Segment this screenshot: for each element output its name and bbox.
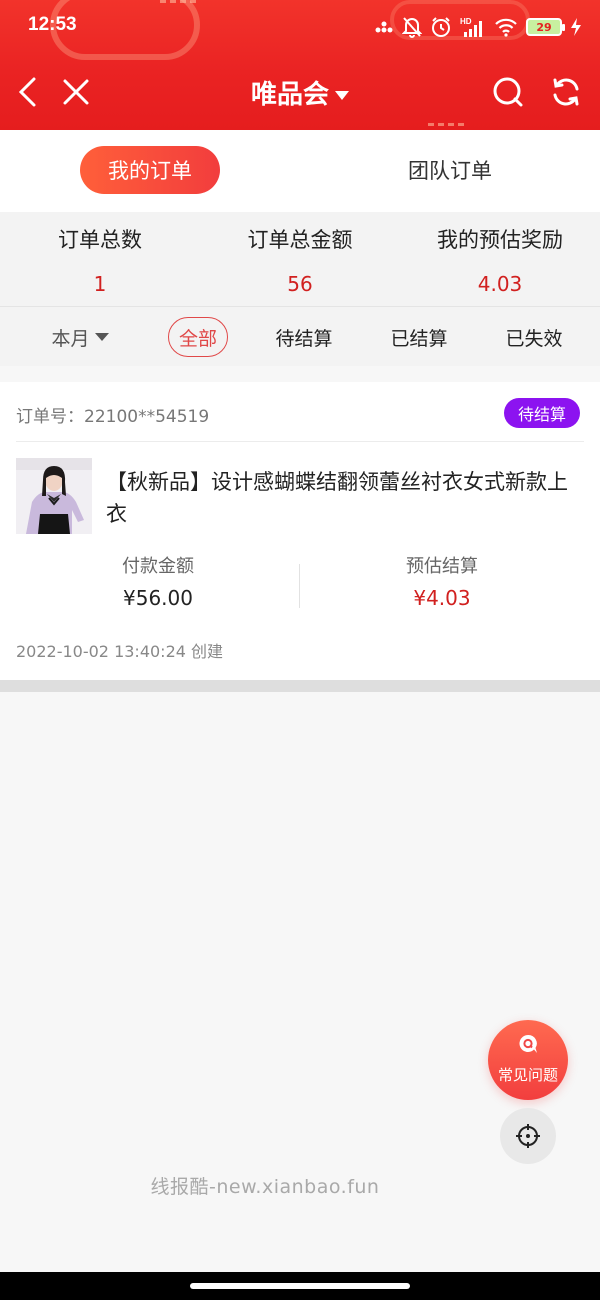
product-title[interactable]: 【秋新品】设计感蝴蝶结翻领蕾丝衬衣女式新款上衣	[106, 466, 582, 530]
order-number: 订单号：22100**54519	[16, 407, 210, 427]
tab-my-orders[interactable]: 我的订单	[80, 146, 220, 194]
estimated-settlement-value: ¥4.03	[413, 586, 471, 610]
month-label: 本月	[51, 327, 90, 350]
stat-total-orders: 订单总数 1	[0, 224, 200, 296]
filter-settled[interactable]: 已结算	[381, 317, 457, 357]
signal-dots-icon	[374, 20, 394, 34]
status-filters: 本月 全部 待结算 已结算 已失效	[0, 306, 600, 366]
hd-signal-icon: HD	[460, 16, 486, 38]
caret-down-icon	[335, 91, 349, 100]
chat-q-icon	[519, 1034, 537, 1053]
filter-all[interactable]: 全部	[168, 317, 228, 357]
payment-amount: 付款金额 ¥56.00	[16, 552, 300, 610]
refresh-icon	[553, 78, 579, 106]
nav-bar: 唯品会	[0, 62, 600, 122]
bell-off-icon	[402, 16, 422, 38]
status-badge: 待结算	[503, 398, 580, 428]
wifi-icon	[494, 17, 518, 37]
faq-button[interactable]: 常见问题	[488, 1020, 568, 1100]
order-tabs: 我的订单 团队订单	[0, 130, 600, 212]
estimated-settlement-label: 预估结算	[406, 556, 478, 577]
filter-invalid[interactable]: 已失效	[496, 317, 572, 357]
search-button[interactable]	[488, 72, 528, 112]
tab-team-orders[interactable]: 团队订单	[380, 146, 520, 194]
filter-pending[interactable]: 待结算	[266, 317, 342, 357]
stat-label: 订单总金额	[247, 228, 353, 252]
home-indicator[interactable]	[190, 1283, 410, 1289]
order-stats: 订单总数 1 订单总金额 56 我的预估奖励 4.03	[0, 212, 600, 306]
stat-total-amount: 订单总金额 56	[200, 224, 400, 296]
divider	[0, 680, 600, 692]
stat-value: 1	[93, 272, 107, 296]
faq-label: 常见问题	[497, 1066, 558, 1084]
order-card-header: 订单号：22100**54519 待结算	[16, 396, 584, 442]
month-dropdown[interactable]: 本月	[40, 317, 120, 357]
status-icons: HD 29	[374, 12, 582, 42]
system-nav-bar	[0, 1272, 600, 1300]
status-time: 12:53	[28, 14, 77, 35]
product-thumbnail[interactable]	[16, 458, 92, 534]
refresh-button[interactable]	[546, 72, 586, 112]
created-time: 2022-10-02 13:40:24 创建	[16, 642, 224, 661]
order-amounts: 付款金额 ¥56.00 预估结算 ¥4.03	[16, 552, 584, 612]
svg-text:HD: HD	[460, 17, 472, 26]
stat-label: 我的预估奖励	[437, 228, 563, 252]
charging-icon	[570, 18, 582, 36]
alarm-icon	[430, 16, 452, 38]
stat-label: 订单总数	[58, 228, 142, 252]
stat-value: 4.03	[477, 272, 523, 296]
payment-amount-label: 付款金额	[122, 556, 194, 577]
status-bar: 12:53 HD 29	[0, 0, 600, 54]
product-photo	[16, 458, 92, 534]
stat-estimated-reward: 我的预估奖励 4.03	[400, 224, 600, 296]
caret-down-icon	[94, 333, 109, 341]
order-card[interactable]: 订单号：22100**54519 待结算 【秋新品】设计感蝴蝶结翻领蕾丝衬衣女式…	[0, 382, 600, 680]
page-title: 唯品会	[250, 80, 329, 110]
payment-amount-value: ¥56.00	[123, 586, 193, 610]
search-icon	[493, 77, 523, 107]
estimated-settlement: 预估结算 ¥4.03	[300, 552, 584, 610]
header: 12:53 HD 29 唯品会	[0, 0, 600, 130]
watermark: 线报酷-new.xianbao.fun	[150, 1176, 380, 1198]
battery-icon: 29	[526, 18, 565, 36]
stat-value: 56	[287, 272, 313, 296]
locate-button[interactable]	[500, 1108, 556, 1164]
crosshair-icon	[516, 1124, 540, 1148]
